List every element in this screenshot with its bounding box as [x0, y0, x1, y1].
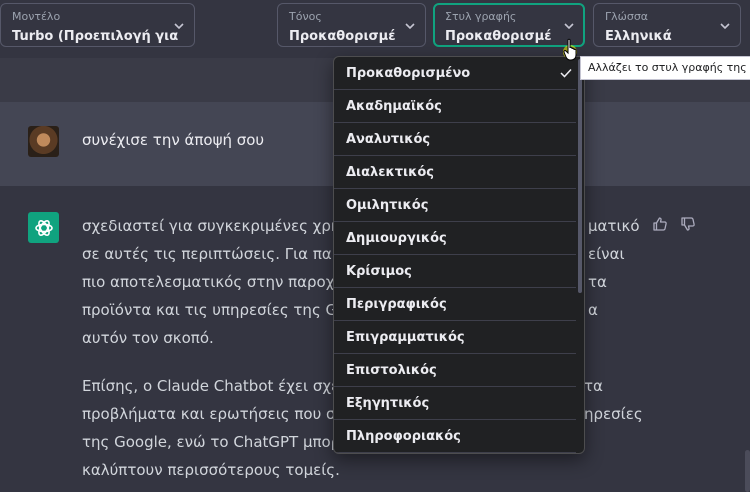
dropdown-option[interactable]: Δημιουργικός: [334, 222, 576, 255]
page-scrollbar[interactable]: [745, 450, 750, 492]
chevron-down-icon: [405, 23, 415, 30]
chevron-down-icon: [720, 23, 730, 30]
dropdown-option-label: Αναλυτικός: [346, 131, 431, 147]
dropdown-option-label: Επιγραμματικός: [346, 329, 465, 345]
language-select-caption: Γλώσσα: [605, 10, 649, 23]
writing-style-select-caption: Στυλ γραφής: [445, 10, 517, 23]
assistant-paragraph-1-right: ματικό είναι τα α: [588, 212, 648, 324]
model-select-value: Turbo (Προεπιλογή για: [12, 29, 179, 44]
dropdown-option-label: Εξηγητικός: [346, 395, 430, 411]
tone-select[interactable]: Τόνος Προκαθορισμέ: [277, 3, 426, 47]
dropdown-option[interactable]: Περιγραφικός: [334, 288, 576, 321]
hand-pointer-cursor-icon: [563, 38, 577, 61]
dropdown-option-label: Διαλεκτικός: [346, 164, 434, 180]
text-line: α: [588, 301, 598, 319]
writing-style-tooltip: Αλλάζει το στυλ γραφής της ο: [580, 56, 750, 80]
dropdown-option[interactable]: Ακαδημαϊκός: [334, 90, 576, 123]
dropdown-option-label: Κρίσιμος: [346, 263, 412, 279]
check-icon: [560, 68, 572, 78]
dropdown-option-label: Περιγραφικός: [346, 296, 447, 312]
dropdown-option[interactable]: Κρίσιμος: [334, 255, 576, 288]
model-select-caption: Μοντέλο: [12, 10, 61, 23]
dropdown-option[interactable]: Εξηγητικός: [334, 387, 576, 420]
dropdown-option-label: Πληροφοριακός: [346, 428, 461, 444]
dropdown-option[interactable]: Επιστολικός: [334, 354, 576, 387]
text-line: τα: [584, 377, 603, 395]
thumbs-down-icon[interactable]: [680, 216, 696, 232]
text-line: καλύπτουν περισσότερους τομείς.: [82, 461, 340, 479]
dropdown-option-label: Δημιουργικός: [346, 230, 447, 246]
dropdown-option[interactable]: Ομιλητικός: [334, 189, 576, 222]
dropdown-option-label: Προκαθορισμένο: [346, 65, 471, 81]
dropdown-option[interactable]: Προκαθορισμένο: [334, 57, 576, 90]
text-line: ματικό: [588, 217, 640, 235]
assistant-paragraph-2-right: τα ηρεσίες: [584, 372, 650, 428]
user-message-text: συνέχισε την άποψή σου: [82, 131, 265, 149]
writing-style-select-value: Προκαθορισμέ: [445, 29, 552, 44]
dropdown-option[interactable]: Διαλεκτικός: [334, 156, 576, 189]
user-avatar: [28, 126, 59, 157]
language-select[interactable]: Γλώσσα Ελληνικά: [593, 3, 741, 47]
dropdown-option-label: Ακαδημαϊκός: [346, 98, 442, 114]
chevron-down-icon: [564, 23, 574, 30]
thumbs-up-icon[interactable]: [652, 216, 668, 232]
settings-toolbar: Μοντέλο Turbo (Προεπιλογή για Τόνος Προκ…: [0, 0, 750, 58]
writing-style-dropdown: Προκαθορισμένο Ακαδημαϊκός Αναλυτικός Δι…: [333, 56, 585, 454]
chevron-down-icon: [174, 23, 184, 30]
dropdown-option-label: Επιστολικός: [346, 362, 437, 378]
model-select[interactable]: Μοντέλο Turbo (Προεπιλογή για: [0, 3, 195, 47]
tone-select-value: Προκαθορισμέ: [289, 29, 396, 44]
text-line: τα: [588, 273, 607, 291]
dropdown-option[interactable]: Πληροφοριακός: [334, 420, 576, 453]
dropdown-option[interactable]: Αναλυτικός: [334, 123, 576, 156]
dropdown-option-label: Ομιλητικός: [346, 197, 429, 213]
dropdown-option[interactable]: Επιγραμματικός: [334, 321, 576, 354]
tone-select-caption: Τόνος: [289, 10, 322, 23]
dropdown-scrollbar[interactable]: [578, 59, 582, 293]
text-line: ηρεσίες: [584, 405, 643, 423]
openai-logo-icon: [28, 212, 59, 243]
language-select-value: Ελληνικά: [605, 29, 672, 44]
text-line: είναι: [588, 245, 625, 263]
